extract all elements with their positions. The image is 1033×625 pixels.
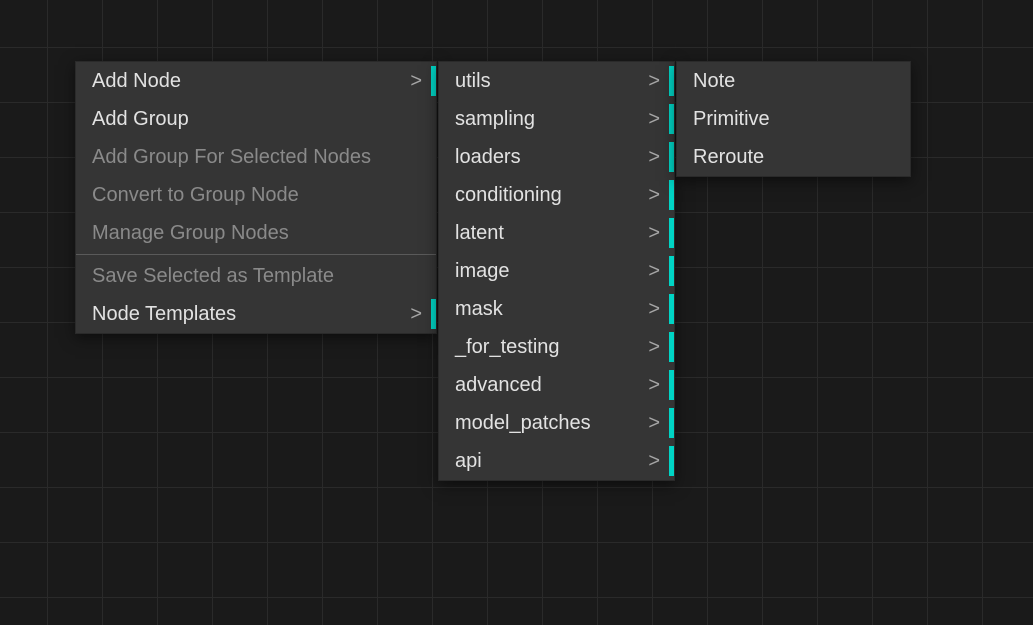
menu-item-mask[interactable]: mask > (439, 290, 674, 328)
menu-item-label: mask (455, 298, 503, 321)
menu-item-label: Primitive (693, 108, 770, 131)
chevron-right-icon: > (648, 70, 660, 93)
context-menu-categories: utils > sampling > loaders > conditionin… (438, 61, 675, 481)
chevron-right-icon: > (410, 303, 422, 326)
menu-item-utils[interactable]: utils > (439, 62, 674, 100)
chevron-right-icon: > (648, 450, 660, 473)
menu-item-label: _for_testing (455, 336, 560, 359)
menu-item-label: Add Node (92, 70, 181, 93)
menu-item-loaders[interactable]: loaders > (439, 138, 674, 176)
chevron-right-icon: > (648, 336, 660, 359)
menu-item-label: Save Selected as Template (92, 265, 334, 288)
menu-item-node-templates[interactable]: Node Templates > (76, 295, 436, 333)
chevron-right-icon: > (648, 222, 660, 245)
menu-item-label: api (455, 450, 482, 473)
menu-item-conditioning[interactable]: conditioning > (439, 176, 674, 214)
menu-item-advanced[interactable]: advanced > (439, 366, 674, 404)
menu-item-image[interactable]: image > (439, 252, 674, 290)
menu-item-label: model_patches (455, 412, 591, 435)
menu-item-label: sampling (455, 108, 535, 131)
menu-item-label: Reroute (693, 146, 764, 169)
menu-item-add-group-selected: Add Group For Selected Nodes (76, 138, 436, 176)
menu-item-api[interactable]: api > (439, 442, 674, 480)
menu-item-label: loaders (455, 146, 521, 169)
menu-item-label: conditioning (455, 184, 562, 207)
menu-item-reroute[interactable]: Reroute (677, 138, 910, 176)
chevron-right-icon: > (410, 70, 422, 93)
menu-item-manage-group-nodes: Manage Group Nodes (76, 214, 436, 252)
menu-item-note[interactable]: Note (677, 62, 910, 100)
menu-item-label: utils (455, 70, 491, 93)
menu-item-label: Node Templates (92, 303, 236, 326)
chevron-right-icon: > (648, 260, 660, 283)
menu-item-label: Convert to Group Node (92, 184, 299, 207)
menu-item-label: Add Group (92, 108, 189, 131)
menu-item-add-group[interactable]: Add Group (76, 100, 436, 138)
menu-separator (76, 254, 436, 255)
menu-item-model-patches[interactable]: model_patches > (439, 404, 674, 442)
menu-item-label: image (455, 260, 509, 283)
menu-item-convert-group-node: Convert to Group Node (76, 176, 436, 214)
menu-item-add-node[interactable]: Add Node > (76, 62, 436, 100)
menu-item-label: Manage Group Nodes (92, 222, 289, 245)
menu-item-sampling[interactable]: sampling > (439, 100, 674, 138)
chevron-right-icon: > (648, 374, 660, 397)
menu-item-primitive[interactable]: Primitive (677, 100, 910, 138)
menu-item-label: advanced (455, 374, 542, 397)
menu-item-label: latent (455, 222, 504, 245)
chevron-right-icon: > (648, 146, 660, 169)
menu-item-label: Add Group For Selected Nodes (92, 146, 371, 169)
menu-item-save-selected-template: Save Selected as Template (76, 257, 436, 295)
chevron-right-icon: > (648, 412, 660, 435)
chevron-right-icon: > (648, 108, 660, 131)
menu-item-label: Note (693, 70, 735, 93)
menu-item-latent[interactable]: latent > (439, 214, 674, 252)
context-menu-utils: Note Primitive Reroute (676, 61, 911, 177)
chevron-right-icon: > (648, 298, 660, 321)
menu-item-for-testing[interactable]: _for_testing > (439, 328, 674, 366)
chevron-right-icon: > (648, 184, 660, 207)
context-menu-root: Add Node > Add Group Add Group For Selec… (75, 61, 437, 334)
